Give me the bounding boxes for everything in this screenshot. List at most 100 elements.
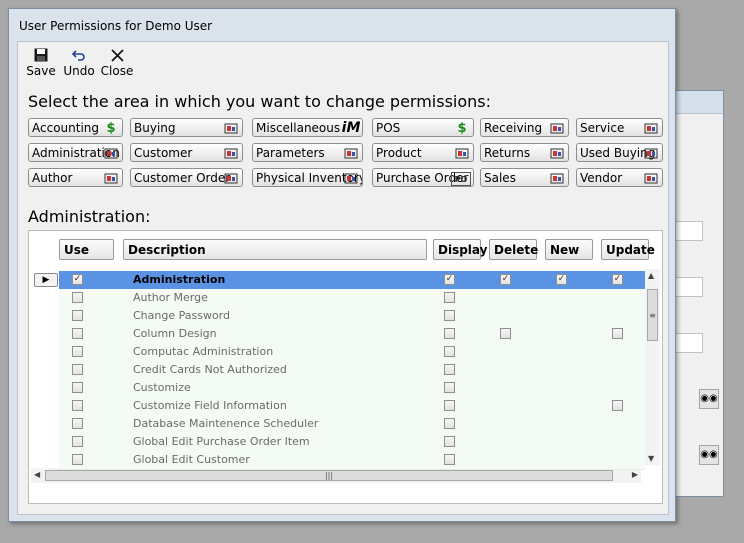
new-checkbox[interactable]: ✓: [556, 274, 567, 285]
receiving-icon: [548, 120, 566, 136]
use-checkbox[interactable]: [72, 346, 83, 357]
area-button-purchase-order[interactable]: Purchase Order PO: [372, 168, 474, 187]
area-button-customer-order[interactable]: Customer Order: [130, 168, 243, 187]
area-button-miscellaneous[interactable]: Miscellaneous iM: [252, 118, 363, 137]
table-row[interactable]: Administration ✓ ✓ ✓ ✓ ✓: [59, 271, 645, 290]
area-button-parameters[interactable]: Parameters: [252, 143, 363, 162]
area-button-label: Returns: [484, 146, 531, 160]
table-row[interactable]: Global Edit Purchase Order Item: [59, 433, 645, 452]
column-header-display[interactable]: Display: [433, 239, 487, 260]
area-button-label: Author: [32, 171, 73, 185]
permissions-window: User Permissions for Demo User Save Undo…: [8, 8, 676, 522]
use-checkbox[interactable]: [72, 400, 83, 411]
use-checkbox[interactable]: [72, 328, 83, 339]
use-checkbox[interactable]: [72, 364, 83, 375]
use-checkbox[interactable]: [72, 454, 83, 465]
update-checkbox[interactable]: ✓: [612, 274, 623, 285]
use-checkbox[interactable]: [72, 418, 83, 429]
display-checkbox[interactable]: ✓: [444, 274, 455, 285]
table-row[interactable]: Author Merge: [59, 289, 645, 308]
area-button-customer[interactable]: Customer: [130, 143, 243, 162]
vertical-scroll-thumb[interactable]: ≡: [647, 289, 658, 341]
row-description: Database Maintenence Scheduler: [133, 417, 319, 430]
undo-icon: [72, 50, 85, 61]
area-button-receiving[interactable]: Receiving: [480, 118, 569, 137]
display-checkbox[interactable]: [444, 400, 455, 411]
area-button-accounting[interactable]: Accounting $: [28, 118, 123, 137]
area-button-pos[interactable]: POS $: [372, 118, 474, 137]
display-checkbox[interactable]: [444, 454, 455, 465]
background-field[interactable]: [675, 277, 703, 297]
column-header-use[interactable]: Use: [59, 239, 114, 260]
customer-order-icon: [222, 170, 240, 186]
page-heading: Select the area in which you want to cha…: [28, 92, 492, 111]
area-button-product[interactable]: Product: [372, 143, 474, 162]
display-checkbox[interactable]: [444, 364, 455, 375]
area-button-label: Buying: [134, 121, 176, 135]
table-row[interactable]: Computac Administration: [59, 343, 645, 362]
undo-button[interactable]: Undo: [60, 44, 98, 84]
display-checkbox[interactable]: [444, 346, 455, 357]
row-description: Customize: [133, 381, 191, 394]
table-row[interactable]: Credit Cards Not Authorized: [59, 361, 645, 380]
scroll-down-arrow-icon[interactable]: ▼: [648, 454, 654, 463]
area-button-sales[interactable]: Sales: [480, 168, 569, 187]
area-button-administration[interactable]: Administration: [28, 143, 123, 162]
update-checkbox[interactable]: [612, 400, 623, 411]
table-row[interactable]: Customize: [59, 379, 645, 398]
dollar-icon: $: [457, 120, 467, 136]
undo-label: Undo: [63, 64, 95, 78]
scroll-left-arrow-icon[interactable]: ◀: [34, 470, 40, 479]
area-button-author[interactable]: Author: [28, 168, 123, 187]
background-field[interactable]: [675, 221, 703, 241]
scroll-up-arrow-icon[interactable]: ▲: [648, 271, 654, 280]
area-button-returns[interactable]: Returns: [480, 143, 569, 162]
table-row[interactable]: Database Maintenence Scheduler: [59, 415, 645, 434]
update-checkbox[interactable]: [612, 328, 623, 339]
table-row[interactable]: Column Design: [59, 325, 645, 344]
close-button[interactable]: Close: [98, 44, 136, 84]
display-checkbox[interactable]: [444, 436, 455, 447]
inventory-icon: [342, 170, 360, 186]
background-field[interactable]: [675, 333, 703, 353]
horizontal-scrollbar[interactable]: ◀ ||| ▶: [31, 468, 641, 483]
display-checkbox[interactable]: [444, 382, 455, 393]
area-button-vendor[interactable]: Vendor: [576, 168, 663, 187]
column-header-update[interactable]: Update: [601, 239, 655, 260]
column-header-description[interactable]: Description: [123, 239, 427, 260]
binoculars-icon[interactable]: ◉◉: [699, 389, 719, 409]
use-checkbox[interactable]: [72, 382, 83, 393]
sales-chart-icon: [548, 170, 566, 186]
area-button-used-buying[interactable]: Used Buying: [576, 143, 663, 162]
horizontal-scroll-thumb[interactable]: |||: [45, 470, 613, 481]
delete-checkbox[interactable]: ✓: [500, 274, 511, 285]
vertical-scrollbar[interactable]: ▲ ≡ ▼: [645, 269, 660, 465]
area-button-physical-inventory[interactable]: Physical Inventory: [252, 168, 363, 187]
use-checkbox[interactable]: [72, 436, 83, 447]
table-row[interactable]: Customize Field Information: [59, 397, 645, 416]
table-row[interactable]: Global Edit Customer: [59, 451, 645, 470]
toolbar: Save Undo Close: [22, 44, 136, 84]
row-description: Computac Administration: [133, 345, 274, 358]
display-checkbox[interactable]: [444, 328, 455, 339]
display-checkbox[interactable]: [444, 310, 455, 321]
row-description: Credit Cards Not Authorized: [133, 363, 287, 376]
delete-checkbox[interactable]: [500, 328, 511, 339]
product-icon: [453, 145, 471, 161]
save-button[interactable]: Save: [22, 44, 60, 84]
table-row[interactable]: Change Password: [59, 307, 645, 326]
row-pointer-icon: ▶: [34, 273, 58, 287]
use-checkbox[interactable]: [72, 292, 83, 303]
area-button-buying[interactable]: Buying: [130, 118, 243, 137]
display-checkbox[interactable]: [444, 418, 455, 429]
display-checkbox[interactable]: [444, 292, 455, 303]
scroll-right-arrow-icon[interactable]: ▶: [632, 470, 638, 479]
binoculars-icon[interactable]: ◉◉: [699, 445, 719, 465]
use-checkbox[interactable]: ✓: [72, 274, 83, 285]
area-button-service[interactable]: Service: [576, 118, 663, 137]
use-checkbox[interactable]: [72, 310, 83, 321]
column-header-delete[interactable]: Delete: [489, 239, 538, 260]
column-header-new[interactable]: New: [545, 239, 593, 260]
background-window-titlebar: [673, 91, 723, 114]
area-button-label: Customer Order: [134, 171, 231, 185]
